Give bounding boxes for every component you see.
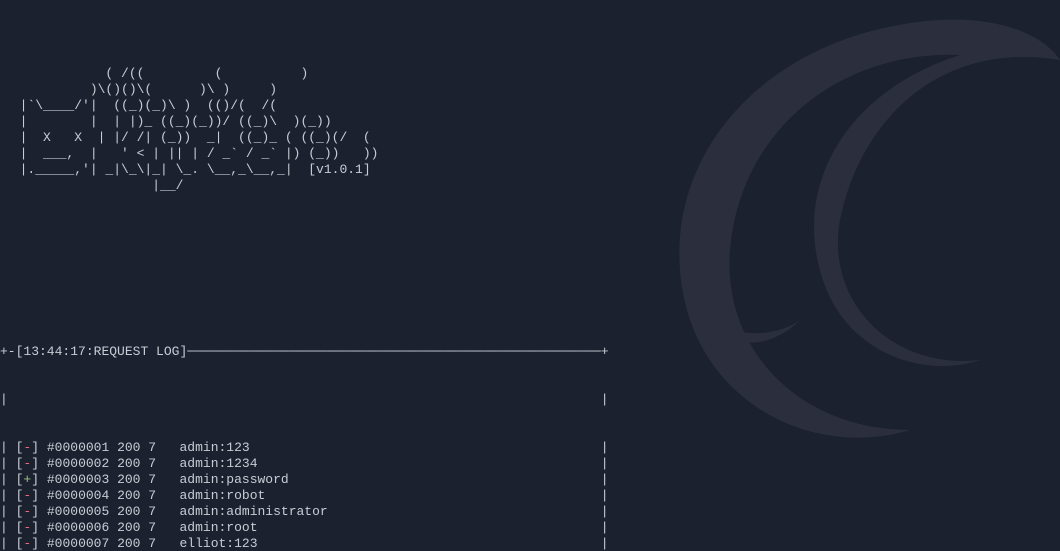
log-row: | [-] #0000004 200 7 admin:robot |: [0, 488, 612, 504]
ascii-banner: ( /(( ( ) )\()()\( )\ ) ) |`\____/'| ((_…: [0, 64, 1060, 194]
terminal-output: ( /(( ( ) )\()()\( )\ ) ) |`\____/'| ((_…: [0, 0, 1060, 551]
log-row: | [-] #0000006 200 7 admin:root |: [0, 520, 612, 536]
section-divider: | |: [0, 392, 612, 408]
log-row: | [-] #0000005 200 7 admin:administrator…: [0, 504, 612, 520]
section-header: +-[13:44:17:REQUEST LOG]────────────────…: [0, 344, 612, 360]
log-row: | [+] #0000003 200 7 admin:password |: [0, 472, 612, 488]
version-tag: [v1.0.1]: [308, 162, 370, 177]
section-request-log: +-[13:44:17:REQUEST LOG]────────────────…: [0, 312, 612, 551]
log-row: | [-] #0000007 200 7 elliot:123 |: [0, 536, 612, 551]
log-row: | [-] #0000001 200 7 admin:123 |: [0, 440, 612, 456]
log-row: | [-] #0000002 200 7 admin:1234 |: [0, 456, 612, 472]
